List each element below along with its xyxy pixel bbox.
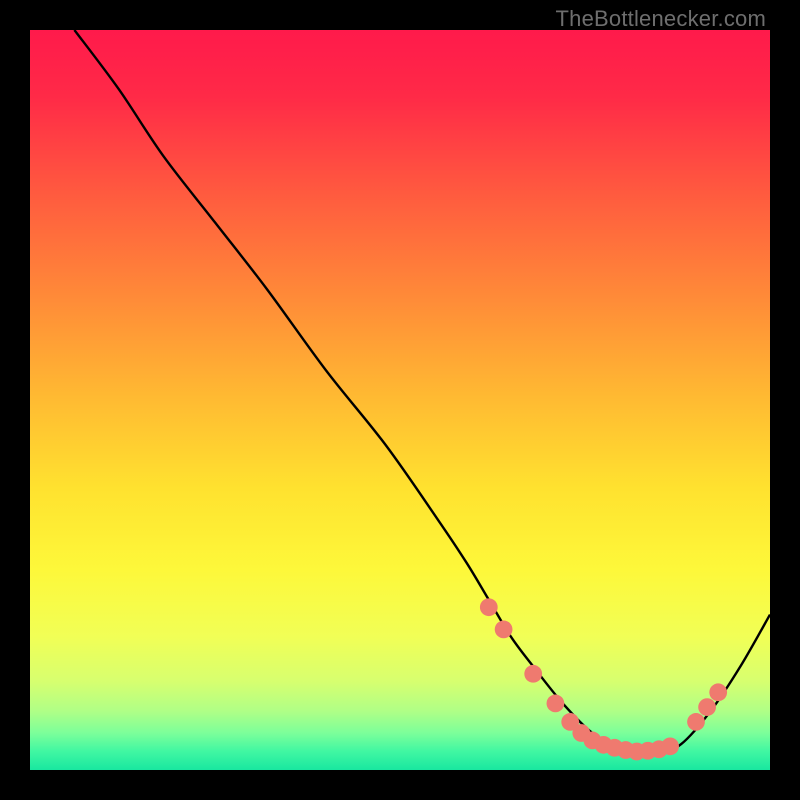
bottleneck-dot [547, 695, 565, 713]
chart-svg [30, 30, 770, 770]
bottleneck-dot [709, 683, 727, 701]
chart-background [30, 30, 770, 770]
bottleneck-dot [698, 698, 716, 716]
chart-frame [30, 30, 770, 770]
bottleneck-dot [495, 621, 513, 639]
watermark-text: TheBottlenecker.com [556, 6, 766, 32]
bottleneck-dot [687, 713, 705, 731]
bottleneck-dot [524, 665, 542, 683]
bottleneck-dot [480, 598, 498, 616]
bottleneck-dot [661, 737, 679, 755]
